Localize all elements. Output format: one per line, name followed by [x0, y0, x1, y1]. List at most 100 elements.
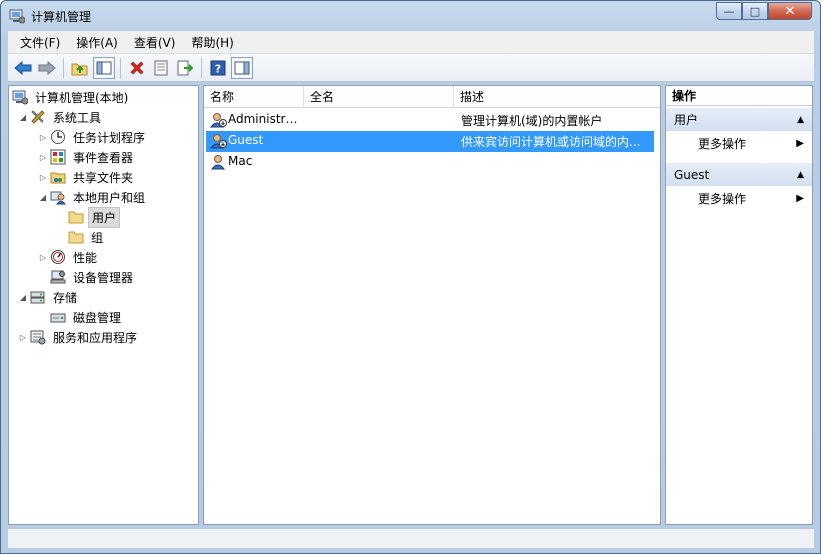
user-description: 供来宾访问计算机或访问域的内...: [461, 135, 641, 149]
svg-text:?: ?: [215, 62, 221, 75]
tree-item-services-apps[interactable]: ▷ 服务和应用程序: [17, 327, 140, 347]
action-pane: 操作 用户 ▲ 更多操作 ▶ Guest ▲ 更多操作 ▶: [665, 85, 813, 525]
tree-item-label: 事件查看器: [73, 150, 134, 165]
collapse-arrow-icon[interactable]: ◢: [17, 293, 29, 302]
expand-arrow-icon[interactable]: ▷: [37, 133, 49, 142]
tree-item-users[interactable]: 用户: [67, 206, 121, 228]
collapse-up-icon[interactable]: ▲: [797, 108, 804, 132]
menu-view[interactable]: 查看(V): [126, 32, 184, 53]
tree-item-label: 本地用户和组: [73, 190, 146, 205]
properties-icon[interactable]: [150, 57, 172, 79]
action-section-guest[interactable]: Guest ▲: [666, 162, 812, 186]
expand-arrow-icon[interactable]: ▷: [37, 173, 49, 182]
tree-item-label: 性能: [73, 250, 98, 265]
submenu-arrow-icon: ▶: [796, 138, 804, 149]
system-tools-icon: [29, 109, 47, 125]
tree-item-storage[interactable]: ◢ 存储: [17, 287, 80, 307]
toolbar: ?: [8, 53, 814, 82]
tree-item-label: 服务和应用程序: [53, 330, 138, 345]
computer-management-window: 计算机管理 — □ ✕ 文件(F) 操作(A) 查看(V) 帮助(H) ? 计算…: [0, 0, 821, 554]
tree-item-system-tools[interactable]: ◢ 系统工具: [17, 107, 104, 127]
tree-item-label: 任务计划程序: [73, 130, 146, 145]
maximize-button[interactable]: □: [742, 2, 768, 20]
action-more-actions-guest[interactable]: 更多操作 ▶: [666, 188, 812, 210]
local-users-groups-icon: [49, 189, 67, 205]
close-button[interactable]: ✕: [768, 2, 812, 20]
task-scheduler-icon: [49, 129, 67, 145]
toolbar-separator: [201, 57, 202, 78]
tree-item-label: 计算机管理(本地): [35, 90, 129, 105]
column-header-description[interactable]: 描述: [454, 86, 660, 108]
user-name: Administrat...: [228, 112, 304, 126]
user-list-view[interactable]: 名称 全名 描述 Administrat... 管理计算机(域)的内置帐户 Gu…: [203, 85, 661, 525]
expand-arrow-icon[interactable]: ▷: [37, 153, 49, 162]
delete-icon[interactable]: [126, 57, 148, 79]
collapse-arrow-icon[interactable]: ◢: [37, 193, 49, 202]
forward-icon[interactable]: [36, 57, 58, 79]
folder-icon: [67, 209, 85, 225]
storage-icon: [29, 289, 47, 305]
column-header-name[interactable]: 名称: [204, 86, 304, 108]
tree-item-groups[interactable]: 组: [67, 227, 106, 247]
toolbar-separator: [63, 57, 64, 78]
list-row-mac[interactable]: Mac: [206, 152, 654, 173]
title-bar[interactable]: 计算机管理 — □ ✕: [1, 1, 820, 31]
expand-arrow-icon[interactable]: ▷: [17, 333, 29, 342]
tree-item-label: 存储: [53, 290, 78, 305]
show-hide-tree-icon[interactable]: [93, 56, 115, 79]
user-name: Guest: [228, 133, 264, 147]
action-section-label: Guest: [674, 168, 710, 182]
action-section-users[interactable]: 用户 ▲: [666, 107, 812, 131]
folder-icon: [67, 229, 85, 245]
list-header: 名称 全名 描述: [204, 86, 660, 108]
user-description: 管理计算机(域)的内置帐户: [461, 114, 603, 128]
shared-folders-icon: [49, 169, 67, 185]
menu-file[interactable]: 文件(F): [12, 32, 68, 53]
list-row-guest[interactable]: Guest 供来宾访问计算机或访问域的内...: [206, 131, 654, 152]
tree-item-disk-management[interactable]: 磁盘管理: [49, 307, 124, 327]
submenu-arrow-icon: ▶: [796, 193, 804, 204]
toolbar-separator: [120, 57, 121, 78]
action-section-label: 用户: [674, 113, 699, 127]
menu-bar: 文件(F) 操作(A) 查看(V) 帮助(H): [8, 31, 814, 53]
disabled-user-icon: [209, 133, 228, 149]
window-title: 计算机管理: [31, 10, 92, 24]
user-name: Mac: [228, 154, 253, 168]
expand-arrow-icon[interactable]: ▷: [37, 253, 49, 262]
tree-item-device-manager[interactable]: 设备管理器: [49, 267, 136, 287]
tree-item-computer-management[interactable]: 计算机管理(本地): [11, 87, 131, 107]
tree-item-event-viewer[interactable]: ▷ 事件查看器: [37, 147, 136, 167]
action-item-label: 更多操作: [698, 137, 747, 151]
menu-action[interactable]: 操作(A): [68, 32, 126, 53]
minimize-button[interactable]: —: [716, 2, 742, 20]
action-more-actions-users[interactable]: 更多操作 ▶: [666, 133, 812, 155]
tree-item-label: 组: [91, 230, 104, 245]
event-viewer-icon: [49, 149, 67, 165]
collapse-arrow-icon[interactable]: ◢: [17, 113, 29, 122]
computer-management-icon: [11, 89, 29, 105]
tree-item-label: 系统工具: [53, 110, 102, 125]
export-icon[interactable]: [174, 57, 196, 79]
collapse-up-icon[interactable]: ▲: [797, 163, 804, 187]
tree-item-shared-folders[interactable]: ▷ 共享文件夹: [37, 167, 136, 187]
computer-management-app-icon: [9, 8, 26, 24]
console-tree[interactable]: 计算机管理(本地) ◢ 系统工具 ▷ 任务计划程序 ▷ 事件查看器 ▷ 共享文件…: [8, 85, 199, 525]
tree-item-performance[interactable]: ▷ 性能: [37, 247, 100, 267]
menu-help[interactable]: 帮助(H): [183, 32, 241, 53]
tree-item-label: 磁盘管理: [73, 310, 122, 325]
tree-item-local-users-groups[interactable]: ◢ 本地用户和组: [37, 187, 148, 207]
tree-item-label: 用户: [88, 206, 121, 228]
tree-item-task-scheduler[interactable]: ▷ 任务计划程序: [37, 127, 148, 147]
up-folder-icon[interactable]: [69, 57, 91, 79]
back-icon[interactable]: [12, 57, 34, 79]
tree-item-label: 设备管理器: [73, 270, 134, 285]
device-manager-icon: [49, 269, 67, 285]
help-icon[interactable]: ?: [207, 57, 229, 79]
admin-user-icon: [209, 112, 228, 128]
user-icon: [210, 154, 228, 170]
list-row-administrator[interactable]: Administrat... 管理计算机(域)的内置帐户: [206, 110, 654, 131]
status-bar: [8, 528, 814, 548]
show-hide-action-pane-icon[interactable]: [231, 56, 253, 79]
column-header-full-name[interactable]: 全名: [304, 86, 454, 108]
services-apps-icon: [29, 329, 47, 345]
